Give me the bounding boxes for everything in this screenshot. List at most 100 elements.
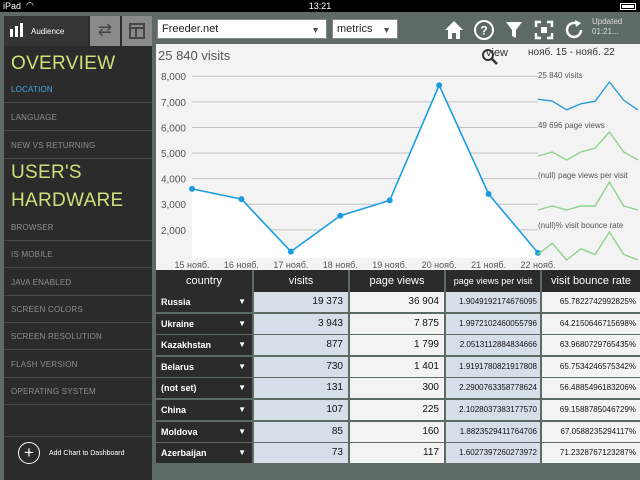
cell-page-views-per-visit-text: 1.9972102460055796 — [459, 318, 537, 328]
sidebar-item-screen-resolution[interactable]: SCREEN RESOLUTION — [4, 323, 152, 350]
cell-page-views: 160 — [350, 421, 444, 442]
svg-text:?: ? — [480, 24, 487, 38]
cell-page-views-text: 160 — [422, 425, 439, 437]
col-header-page-views[interactable]: page views — [350, 270, 444, 292]
battery-icon — [617, 1, 636, 11]
chevron-down-icon[interactable]: ▼ — [238, 292, 246, 312]
fullscreen-icon[interactable] — [532, 18, 556, 42]
table-row[interactable]: Kazakhstan ▼ 877 1 799 2.0513112884834666 63.… — [156, 335, 640, 356]
cell-visits-text: 73 — [331, 447, 343, 459]
home-icon[interactable] — [442, 18, 466, 42]
refresh-icon[interactable] — [562, 18, 586, 42]
col-header-country[interactable]: country — [156, 270, 252, 292]
sidebar-item-new-vs-returning[interactable]: NEW VS RETURNING — [4, 132, 152, 159]
cell-visits: 107 — [254, 400, 348, 420]
y-tick-label: 3,000 — [161, 200, 186, 211]
cell-country: Kazakhstan ▼ — [156, 335, 252, 356]
cell-page-views-per-visit-text: 1.8823529411764706 — [459, 426, 537, 436]
cell-bounce-rate-text: 69.1588785046729% — [559, 405, 636, 414]
cell-page-views-text: 1 401 — [413, 360, 439, 372]
sidebar-item-screen-colors[interactable]: SCREEN COLORS — [4, 296, 152, 323]
cell-page-views-text: 225 — [422, 404, 439, 415]
sparkline-label: 25 840 visits — [538, 71, 582, 80]
cell-country-text: Russia — [161, 297, 191, 307]
layout-icon[interactable] — [122, 16, 152, 46]
cell-page-views: 225 — [350, 400, 444, 420]
x-tick-label: 21 нояб. — [471, 260, 506, 270]
cell-country-text: Belarus — [161, 361, 195, 372]
cell-bounce-rate: 65.7534246575342% — [542, 356, 640, 377]
chevron-down-icon[interactable]: ▼ — [238, 443, 246, 463]
table-row[interactable]: China ▼ 107 225 2.1028037383177570 69.1588785… — [156, 400, 640, 421]
sidebar: Audience ⇄ OVERVIEW LOCATION LANGUAGE NE… — [4, 16, 152, 480]
chevron-down-icon[interactable]: ▼ — [238, 378, 246, 398]
cell-country: Belarus ▼ — [156, 356, 252, 377]
site-select[interactable]: Freeder.net ▼ — [157, 19, 327, 39]
data-point — [436, 82, 443, 89]
cell-bounce-rate: 56.4885496183206% — [542, 378, 640, 399]
data-table: country visits page views page views per… — [156, 270, 640, 480]
cell-page-views-per-visit: 2.0513112884834666 — [446, 335, 540, 356]
data-point — [189, 185, 195, 192]
table-row[interactable]: (not set) ▼ 131 300 2.2900763358778624 56.488… — [156, 378, 640, 399]
filter-icon[interactable] — [502, 18, 526, 42]
cell-page-views-per-visit: 2.1028037383177570 — [446, 400, 540, 420]
cell-country-text: Ukraine — [161, 318, 195, 329]
help-icon[interactable]: ? — [472, 18, 496, 42]
sidebar-item-java-enabled[interactable]: JAVA ENABLED — [4, 269, 152, 296]
top-bar: Freeder.net ▼ metrics ▼ ? Updated 01:21.… — [152, 16, 640, 44]
cell-page-views-per-visit: 1.8823529411764706 — [446, 421, 540, 442]
data-point — [485, 191, 492, 197]
chevron-down-icon[interactable]: ▼ — [238, 314, 246, 334]
sidebar-item-location[interactable]: LOCATION — [4, 76, 152, 103]
hardware-title-line2: HARDWARE — [11, 190, 124, 211]
add-chart-button[interactable]: + Add Chart to Dashboard — [4, 436, 152, 470]
cell-visits-text: 3 943 — [317, 317, 343, 329]
table-row[interactable]: Ukraine ▼ 3 943 7 875 1.9972102460055796 64.2… — [156, 313, 640, 335]
x-tick-label: 19 нояб. — [372, 260, 407, 270]
cell-page-views: 7 875 — [350, 313, 444, 334]
cell-country: (not set) ▼ — [156, 378, 252, 399]
sidebar-item-browser[interactable]: BROWSER — [4, 214, 152, 241]
cell-page-views-per-visit-text: 2.1028037383177570 — [459, 405, 537, 414]
cell-bounce-rate-text: 67.0588235294117% — [560, 426, 636, 436]
table-row[interactable]: Azerbaijan ▼ 73 117 1.6027397260273972 71.232… — [156, 443, 640, 464]
table-row[interactable]: Moldova ▼ 85 160 1.8823529411764706 67.058823… — [156, 421, 640, 443]
cell-country-text: China — [161, 405, 187, 415]
chevron-down-icon[interactable]: ▼ — [238, 422, 246, 442]
table-row[interactable]: Russia ▼ 19 373 36 904 1.9049192174676095 65.… — [156, 292, 640, 313]
chevron-down-icon[interactable]: ▼ — [238, 400, 246, 420]
tab-audience[interactable]: Audience — [4, 16, 88, 46]
cell-page-views-per-visit-text: 2.2900763358778624 — [459, 383, 537, 393]
y-tick-label: 8,000 — [161, 72, 186, 83]
cell-page-views-text: 300 — [422, 382, 439, 394]
cell-visits-text: 730 — [326, 360, 343, 372]
chevron-down-icon[interactable]: ▼ — [238, 335, 246, 355]
col-header-page-views-per-visit[interactable]: page views per visit — [446, 270, 540, 292]
audience-icon — [10, 23, 24, 37]
table-row[interactable]: Belarus ▼ 730 1 401 1.9191780821917808 65.753… — [156, 356, 640, 378]
cell-country-text: Kazakhstan — [161, 340, 212, 351]
metrics-select[interactable]: metrics ▼ — [332, 19, 398, 39]
cell-visits-text: 877 — [326, 339, 343, 351]
cell-bounce-rate: 71.2328767123287% — [542, 443, 640, 464]
cell-page-views-per-visit: 1.9191780821917808 — [446, 356, 540, 377]
cell-country: Russia ▼ — [156, 292, 252, 312]
sidebar-item-operating-system[interactable]: OPERATING SYSTEM — [4, 378, 152, 405]
sparkline — [537, 180, 639, 211]
swap-icon[interactable]: ⇄ — [90, 16, 120, 46]
cell-country: China ▼ — [156, 400, 252, 420]
cell-visits-text: 131 — [326, 382, 343, 394]
cell-bounce-rate-text: 65.7534246575342% — [559, 361, 636, 371]
chevron-down-icon[interactable]: ▼ — [238, 357, 246, 377]
sidebar-item-language[interactable]: LANGUAGE — [4, 104, 152, 131]
col-header-visits[interactable]: visits — [254, 270, 348, 292]
x-tick-label: 20 нояб. — [422, 260, 457, 270]
sparklines-panel: 25 840 visits 49 696 page views (null) pag… — [537, 71, 639, 261]
cell-page-views-per-visit: 1.6027397260273972 — [446, 443, 540, 464]
sidebar-item-flash-version[interactable]: FLASH VERSION — [4, 351, 152, 378]
sidebar-item-is-mobile[interactable]: IS MOBILE — [4, 241, 152, 268]
cell-visits: 730 — [254, 356, 348, 377]
cell-visits: 19 373 — [254, 292, 348, 312]
col-header-bounce-rate[interactable]: visit bounce rate — [542, 270, 640, 292]
